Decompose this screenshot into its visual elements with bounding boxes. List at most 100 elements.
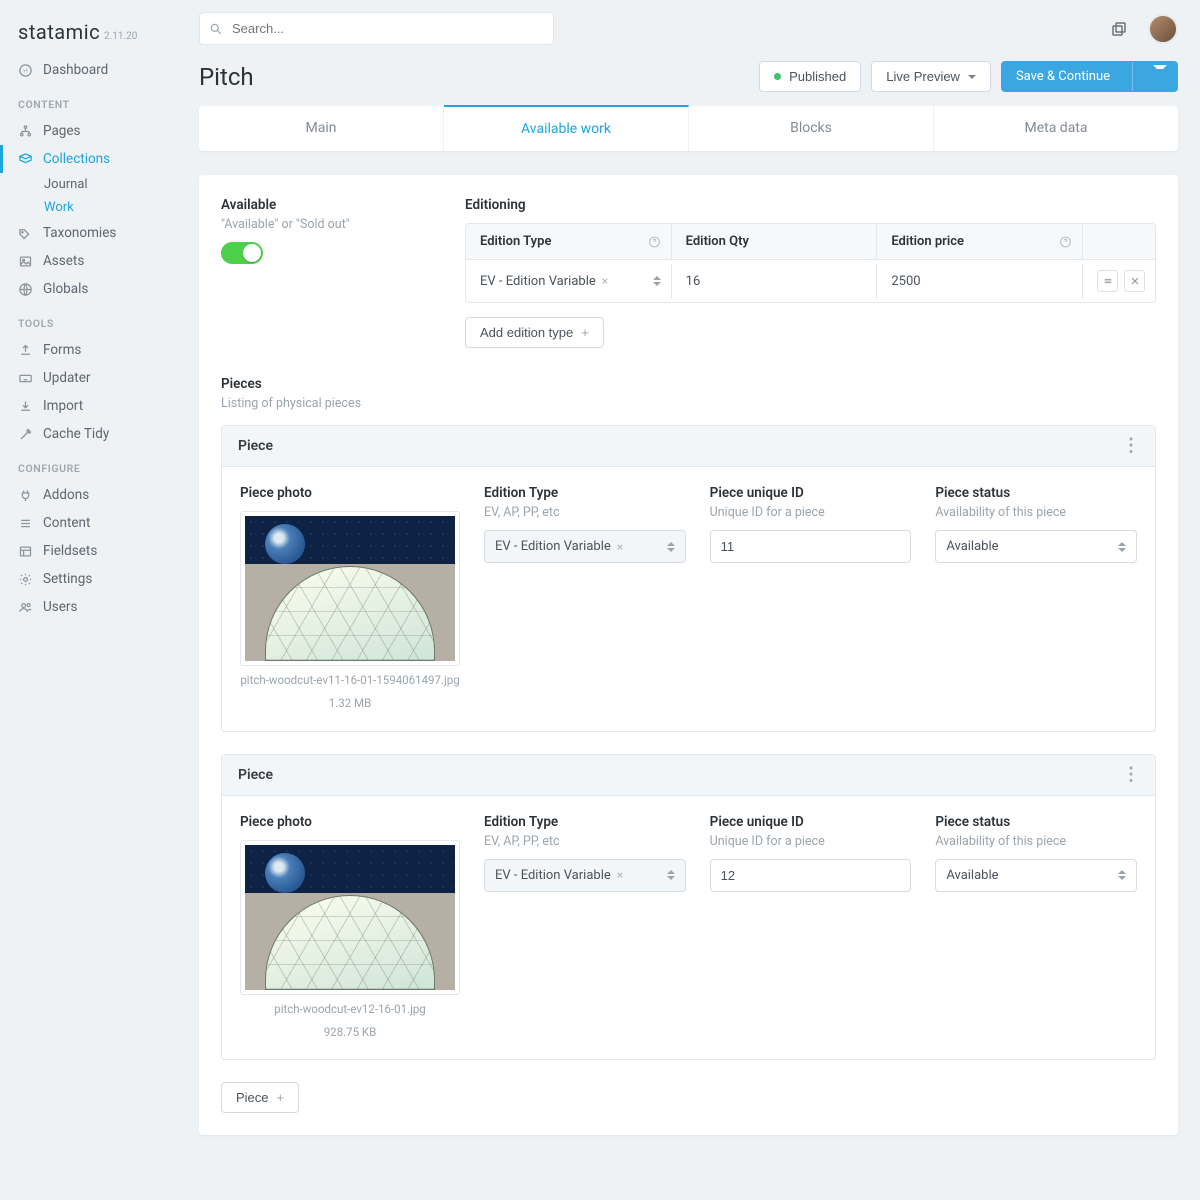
- pieces-help: Listing of physical pieces: [221, 396, 1156, 411]
- upload-icon: [18, 343, 33, 358]
- add-edition-label: Add edition type: [480, 325, 573, 340]
- piece-edition-type-help: EV, AP, PP, etc: [484, 505, 686, 520]
- help-icon[interactable]: [648, 235, 661, 248]
- piece-unique-id-help: Unique ID for a piece: [710, 834, 912, 849]
- nav-import[interactable]: Import: [0, 392, 195, 420]
- nav-fieldsets[interactable]: Fieldsets: [0, 537, 195, 565]
- piece-status-help: Availability of this piece: [935, 834, 1137, 849]
- piece-status-label: Piece status: [935, 485, 1137, 501]
- sort-icon: [667, 542, 675, 552]
- piece-filesize: 928.75 KB: [240, 1024, 460, 1041]
- save-dropdown[interactable]: [1132, 62, 1177, 91]
- nav-users[interactable]: Users: [0, 593, 195, 621]
- brand-name: statamic: [18, 20, 100, 44]
- piece-edition-type-select[interactable]: EV - Edition Variable×: [484, 530, 686, 563]
- piece-unique-id-input[interactable]: [710, 530, 912, 563]
- piece-header: Piece: [238, 767, 273, 783]
- brand: statamic 2.11.20: [0, 20, 195, 56]
- globe-icon: [18, 282, 33, 297]
- compass-icon: [18, 63, 33, 78]
- status-button[interactable]: Published: [759, 61, 861, 92]
- row-delete-button[interactable]: [1124, 270, 1145, 292]
- search-input[interactable]: [199, 12, 554, 45]
- nav-forms[interactable]: Forms: [0, 336, 195, 364]
- tab-main[interactable]: Main: [199, 106, 444, 151]
- add-piece-button[interactable]: Piece +: [221, 1082, 299, 1113]
- piece-unique-id-label: Piece unique ID: [710, 814, 912, 830]
- nav-addons[interactable]: Addons: [0, 481, 195, 509]
- piece-filename: pitch-woodcut-ev12-16-01.jpg: [240, 1001, 460, 1018]
- available-toggle[interactable]: [221, 242, 263, 264]
- nav-label: Assets: [43, 253, 84, 269]
- nav-label: Forms: [43, 342, 81, 358]
- nav-dashboard[interactable]: Dashboard: [0, 56, 195, 84]
- nav-label: Dashboard: [43, 62, 108, 78]
- sort-icon: [667, 870, 675, 880]
- nav-settings[interactable]: Settings: [0, 565, 195, 593]
- edition-type-cell[interactable]: EV - Edition Variable×: [466, 264, 672, 299]
- hierarchy-icon: [18, 124, 33, 139]
- clear-icon[interactable]: ×: [617, 540, 623, 554]
- edition-price-cell[interactable]: 2500: [877, 264, 1083, 299]
- available-help: "Available" or "Sold out": [221, 217, 441, 232]
- col-label: Edition price: [891, 234, 964, 249]
- nav-label: Addons: [43, 487, 89, 503]
- sort-icon: [653, 276, 661, 286]
- search-wrap: [199, 12, 554, 45]
- sort-icon: [1118, 542, 1126, 552]
- clear-icon[interactable]: ×: [602, 274, 608, 288]
- list-icon: [18, 516, 33, 531]
- nav-label: Globals: [43, 281, 88, 297]
- clear-icon[interactable]: ×: [617, 868, 623, 882]
- nav-label: Taxonomies: [43, 225, 116, 241]
- save-button[interactable]: Save & Continue: [1001, 61, 1178, 92]
- editioning-label: Editioning: [465, 197, 1156, 213]
- help-icon[interactable]: [1059, 235, 1072, 248]
- nav-collections-sub: Journal Work: [0, 173, 195, 219]
- piece-status-help: Availability of this piece: [935, 505, 1137, 520]
- edition-qty-cell[interactable]: 16: [672, 264, 878, 299]
- save-label: Save & Continue: [1002, 62, 1124, 91]
- nav-content-cfg[interactable]: Content: [0, 509, 195, 537]
- drag-icon: [1102, 276, 1114, 286]
- sidebar: statamic 2.11.20 Dashboard CONTENT Pages…: [0, 0, 195, 1200]
- col-label: Edition Type: [480, 234, 551, 249]
- nav-cache-tidy[interactable]: Cache Tidy: [0, 420, 195, 448]
- avatar[interactable]: [1148, 14, 1178, 44]
- nav-sub-journal[interactable]: Journal: [44, 173, 195, 196]
- add-edition-type-button[interactable]: Add edition type +: [465, 317, 604, 348]
- nav-collections[interactable]: Collections: [0, 145, 195, 173]
- tab-blocks[interactable]: Blocks: [689, 106, 934, 151]
- keyboard-icon: [18, 371, 33, 386]
- tab-meta-data[interactable]: Meta data: [934, 106, 1178, 151]
- piece-photo[interactable]: [240, 511, 460, 666]
- brand-version: 2.11.20: [104, 31, 137, 42]
- nav-label: Import: [43, 398, 83, 414]
- users-icon: [18, 600, 33, 615]
- nav-updater[interactable]: Updater: [0, 364, 195, 392]
- piece-photo[interactable]: [240, 840, 460, 995]
- nav-label: Updater: [43, 370, 90, 386]
- nav-pages[interactable]: Pages: [0, 117, 195, 145]
- tab-available-work[interactable]: Available work: [444, 105, 689, 151]
- row-drag-button[interactable]: [1097, 270, 1118, 292]
- col-edition-price: Edition price: [877, 224, 1083, 259]
- nav-sub-work[interactable]: Work: [44, 196, 195, 219]
- piece-status-select[interactable]: Available: [935, 530, 1137, 563]
- piece-edition-type-select[interactable]: EV - Edition Variable×: [484, 859, 686, 892]
- nav-taxonomies[interactable]: Taxonomies: [0, 219, 195, 247]
- nav-section-configure: CONFIGURE: [0, 448, 195, 481]
- link-icon[interactable]: [1110, 20, 1128, 38]
- piece-status-select[interactable]: Available: [935, 859, 1137, 892]
- chevron-down-icon: [968, 75, 976, 79]
- live-preview-button[interactable]: Live Preview: [871, 61, 991, 92]
- nav-globals[interactable]: Globals: [0, 275, 195, 303]
- nav-section-content: CONTENT: [0, 84, 195, 117]
- status-label: Published: [789, 69, 846, 84]
- download-icon: [18, 399, 33, 414]
- plus-icon: +: [277, 1091, 285, 1104]
- piece-unique-id-input[interactable]: [710, 859, 912, 892]
- nav-label: Fieldsets: [43, 543, 97, 559]
- nav-assets[interactable]: Assets: [0, 247, 195, 275]
- piece-edition-type-help: EV, AP, PP, etc: [484, 834, 686, 849]
